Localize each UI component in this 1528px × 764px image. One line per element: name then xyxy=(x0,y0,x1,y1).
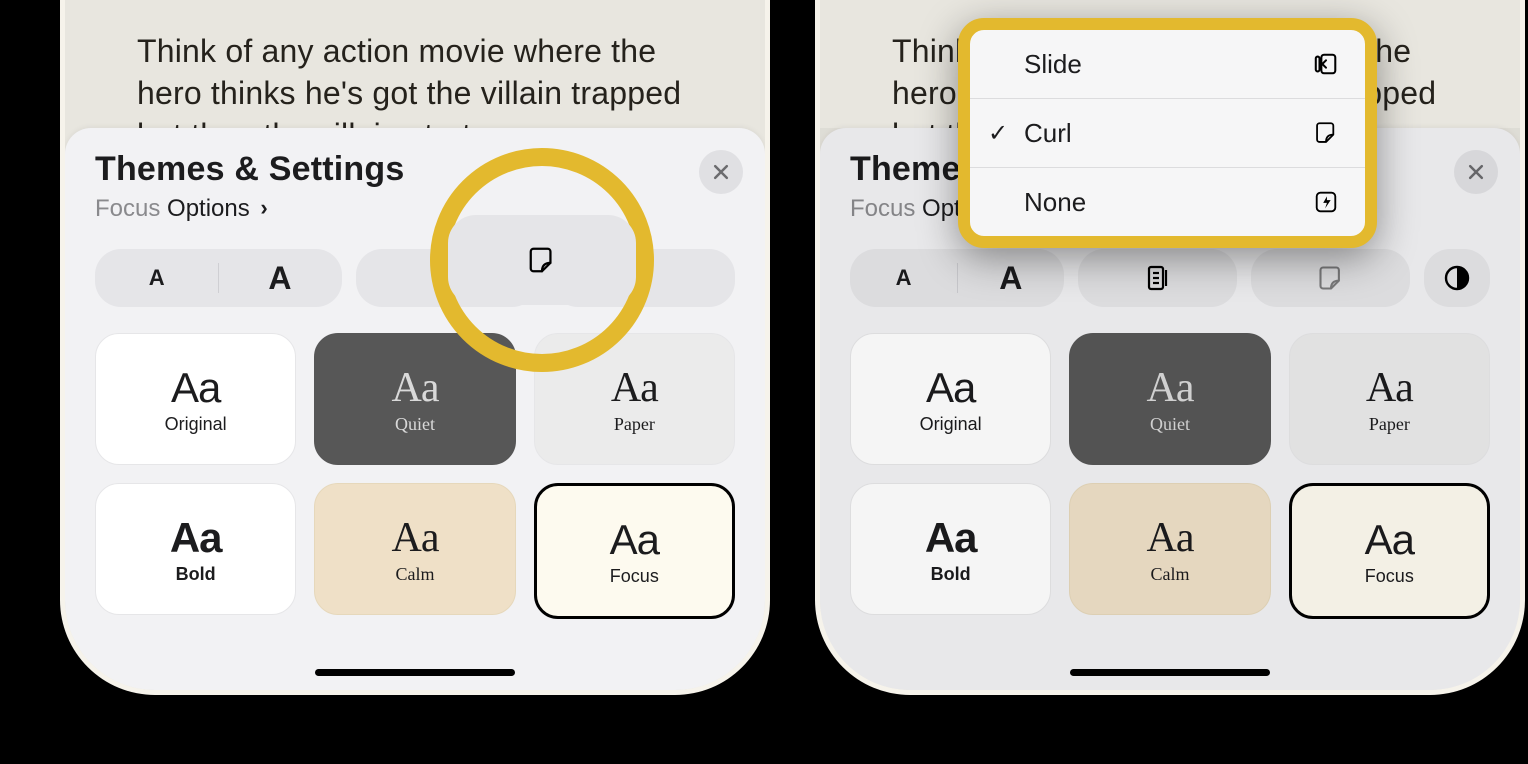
active-theme-name: Focus xyxy=(95,195,160,222)
page-turn-menu: Slide ✓ Curl None xyxy=(958,18,1377,248)
close-button[interactable] xyxy=(1454,150,1498,194)
page-turn-button[interactable] xyxy=(448,215,636,305)
theme-sample: Aa xyxy=(171,364,220,412)
contrast-icon xyxy=(1442,263,1472,293)
menu-item-label: Curl xyxy=(1024,118,1072,149)
theme-sample: Aa xyxy=(392,514,439,562)
close-icon xyxy=(1466,162,1486,182)
page-curl-icon xyxy=(1316,263,1346,293)
theme-sample: Aa xyxy=(1147,364,1194,412)
theme-calm[interactable]: Aa Calm xyxy=(314,483,515,615)
close-button[interactable] xyxy=(699,150,743,194)
active-theme-name: Focus xyxy=(850,195,915,222)
menu-item-none[interactable]: None xyxy=(970,167,1365,236)
page-curl-icon xyxy=(527,245,557,275)
chevron-right-icon: › xyxy=(260,195,267,220)
toolbar: A A xyxy=(850,249,1490,307)
check-icon: ✓ xyxy=(988,119,1008,148)
theme-label: Original xyxy=(920,414,982,435)
close-icon xyxy=(711,162,731,182)
theme-label: Original xyxy=(165,414,227,435)
theme-label: Calm xyxy=(395,564,434,585)
annotation-highlight-ring xyxy=(430,148,654,372)
page-turn-button[interactable] xyxy=(1251,249,1410,307)
scroll-icon xyxy=(1143,263,1173,293)
theme-grid: Aa Original Aa Quiet Aa Paper Aa Bold Aa xyxy=(95,333,735,619)
theme-bold[interactable]: Aa Bold xyxy=(850,483,1051,615)
theme-original[interactable]: Aa Original xyxy=(95,333,296,465)
font-larger-button[interactable]: A xyxy=(218,260,341,297)
font-smaller-button[interactable]: A xyxy=(850,265,957,291)
scroll-mode-button[interactable] xyxy=(1078,249,1237,307)
theme-bold[interactable]: Aa Bold xyxy=(95,483,296,615)
theme-label: Quiet xyxy=(1150,414,1190,435)
dark-mode-button[interactable] xyxy=(1424,249,1490,307)
home-indicator xyxy=(315,669,515,676)
theme-sample: Aa xyxy=(170,514,222,562)
theme-label: Bold xyxy=(931,564,971,585)
home-indicator xyxy=(1070,669,1270,676)
theme-label: Bold xyxy=(176,564,216,585)
theme-sample: Aa xyxy=(392,364,439,412)
menu-item-curl[interactable]: ✓ Curl xyxy=(970,98,1365,167)
theme-quiet[interactable]: Aa Quiet xyxy=(1069,333,1270,465)
theme-sample: Aa xyxy=(1365,516,1414,564)
phone-left: Think of any action movie where the hero… xyxy=(65,0,765,690)
theme-label: Focus xyxy=(610,566,659,587)
theme-sample: Aa xyxy=(926,364,975,412)
theme-grid: Aa Original Aa Quiet Aa Paper Aa Bold Aa xyxy=(850,333,1490,619)
theme-calm[interactable]: Aa Calm xyxy=(1069,483,1270,615)
slide-icon xyxy=(1311,49,1341,79)
bolt-icon xyxy=(1311,187,1341,217)
menu-item-slide[interactable]: Slide xyxy=(970,30,1365,98)
theme-label: Paper xyxy=(1369,414,1410,435)
font-size-control[interactable]: A A xyxy=(95,249,342,307)
theme-original[interactable]: Aa Original xyxy=(850,333,1051,465)
font-larger-button[interactable]: A xyxy=(957,260,1064,297)
menu-item-label: None xyxy=(1024,187,1086,218)
theme-sample: Aa xyxy=(925,514,977,562)
theme-sample: Aa xyxy=(611,364,658,412)
theme-label: Calm xyxy=(1150,564,1189,585)
theme-sample: Aa xyxy=(1366,364,1413,412)
theme-focus[interactable]: Aa Focus xyxy=(534,483,735,619)
theme-sample: Aa xyxy=(1147,514,1194,562)
themes-sheet: Themes & Settings Focus Options › A A Aa… xyxy=(65,128,765,690)
theme-label: Paper xyxy=(614,414,655,435)
theme-paper[interactable]: Aa Paper xyxy=(1289,333,1490,465)
page-curl-icon xyxy=(1311,118,1341,148)
options-link: Options xyxy=(167,195,250,222)
theme-label: Focus xyxy=(1365,566,1414,587)
theme-focus[interactable]: Aa Focus xyxy=(1289,483,1490,619)
theme-label: Quiet xyxy=(395,414,435,435)
sheet-title: Themes & Settings xyxy=(95,150,735,189)
font-smaller-button[interactable]: A xyxy=(95,265,218,291)
menu-item-label: Slide xyxy=(1024,49,1082,80)
font-size-control[interactable]: A A xyxy=(850,249,1064,307)
theme-sample: Aa xyxy=(610,516,659,564)
